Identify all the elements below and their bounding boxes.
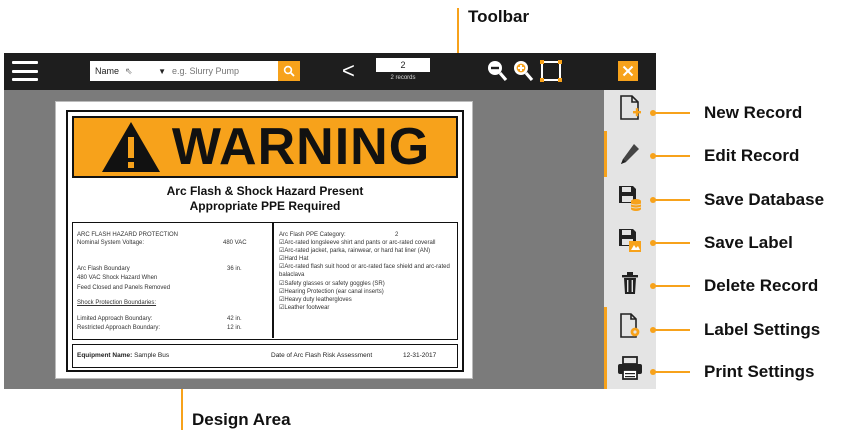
restricted-approach-value: 12 in. bbox=[227, 325, 242, 331]
printer-icon bbox=[618, 356, 642, 380]
new-document-icon bbox=[620, 95, 641, 120]
zoom-in-icon bbox=[514, 61, 534, 82]
delete-record-button[interactable] bbox=[616, 269, 644, 297]
warning-word: WARNING bbox=[171, 118, 431, 176]
hazard-line-1: Arc Flash & Shock Hazard Present bbox=[166, 184, 364, 198]
ppe-item: ☑Leather footwear bbox=[279, 305, 330, 311]
close-icon bbox=[622, 65, 634, 77]
callout-save-database: Save Database bbox=[704, 190, 825, 209]
hazard-line-2: Appropriate PPE Required bbox=[189, 199, 341, 213]
callout-toolbar-line bbox=[457, 8, 459, 58]
callout-print-settings: Print Settings bbox=[704, 362, 815, 381]
record-number-field[interactable]: 2 bbox=[376, 58, 430, 72]
zoom-out-button[interactable] bbox=[486, 59, 508, 83]
callout-delete-record: Delete Record bbox=[704, 276, 819, 295]
callout-edit-record: Edit Record bbox=[704, 146, 800, 165]
cursor-icon: ⇖ bbox=[125, 65, 133, 76]
callout-save-label: Save Label bbox=[704, 233, 793, 252]
search-field-label: Name bbox=[95, 66, 120, 76]
close-button[interactable] bbox=[618, 61, 638, 81]
ppe-item: ☑Hearing Protection (ear canal inserts) bbox=[279, 289, 384, 295]
search-icon bbox=[283, 65, 295, 77]
ppe-item: ☑Arc-rated longsleeve shirt and pants or… bbox=[279, 240, 436, 246]
callout-toolbar: Toolbar bbox=[468, 7, 530, 26]
warning-label: WARNING Arc Flash & Shock Hazard Present… bbox=[66, 110, 464, 372]
equipment-value: Sample Bus bbox=[134, 352, 170, 359]
limited-approach-label: Limited Approach Boundary: bbox=[77, 316, 153, 322]
arc-boundary-value: 36 in. bbox=[227, 266, 242, 272]
save-database-icon bbox=[619, 186, 642, 211]
label-settings-icon bbox=[620, 313, 640, 338]
callout-label-settings: Label Settings bbox=[704, 320, 821, 339]
zoom-in-button[interactable] bbox=[512, 59, 534, 83]
assessment-date-value: 12-31-2017 bbox=[403, 352, 437, 359]
save-label-icon bbox=[619, 229, 641, 252]
ppe-item: ☑Hard Hat bbox=[279, 256, 309, 262]
label-details: ARC FLASH HAZARD PROTECTION Nominal Syst… bbox=[72, 222, 458, 340]
ppe-item: ☑Heavy duty leathergloves bbox=[279, 297, 352, 303]
search-input[interactable] bbox=[170, 61, 278, 81]
callout-new-record-line bbox=[654, 112, 690, 114]
search-field-select[interactable]: Name ⇖ ▼ bbox=[90, 66, 170, 77]
print-settings-button[interactable] bbox=[616, 354, 644, 382]
callout-edit-record-line bbox=[654, 155, 690, 157]
shock-note-2: Feed Closed and Panels Removed bbox=[77, 285, 171, 291]
callout-new-record: New Record bbox=[704, 103, 803, 122]
ppe-item: ☑Arc-rated jacket, parka, rainwear, or h… bbox=[279, 248, 431, 254]
ppe-category-value: 2 bbox=[395, 232, 399, 238]
ppe-item: ☑Arc-rated flash suit hood or arc-rated … bbox=[279, 264, 450, 279]
design-area[interactable]: WARNING Arc Flash & Shock Hazard Present… bbox=[55, 101, 473, 379]
pencil-icon bbox=[621, 144, 639, 164]
warning-header: WARNING bbox=[72, 116, 458, 178]
equipment-label: Equipment Name: bbox=[77, 352, 133, 359]
chevron-down-icon: ▼ bbox=[158, 66, 166, 76]
shock-note-1: 480 VAC Shock Hazard When bbox=[77, 275, 158, 281]
equipment-name: Equipment Name: Sample Bus bbox=[77, 352, 169, 359]
screenshot-stage: Toolbar Design Area Name ⇖ ▼ e.g. Slurry… bbox=[0, 0, 864, 432]
callout-design-area: Design Area bbox=[192, 410, 291, 429]
restricted-approach-label: Restricted Approach Boundary: bbox=[77, 325, 161, 331]
callout-save-database-line bbox=[654, 199, 690, 201]
previous-record-button[interactable]: < bbox=[342, 60, 355, 82]
trash-icon bbox=[622, 272, 638, 294]
ppe-item: ☑Safety glasses or safety goggles (SR) bbox=[279, 281, 385, 287]
assessment-date-label: Date of Arc Flash Risk Assessment bbox=[271, 352, 373, 359]
save-database-button[interactable] bbox=[616, 184, 644, 212]
fit-to-screen-button[interactable] bbox=[539, 59, 563, 83]
label-footer: Equipment Name: Sample Bus Date of Arc F… bbox=[72, 344, 458, 368]
hazard-title: Arc Flash & Shock Hazard Present Appropr… bbox=[68, 184, 462, 214]
callout-print-settings-line bbox=[654, 371, 690, 373]
sidebar-accent bbox=[604, 307, 607, 389]
shock-boundaries-title: Shock Protection Boundaries: bbox=[77, 300, 157, 306]
search-bar: Name ⇖ ▼ bbox=[90, 61, 300, 81]
section-title: ARC FLASH HAZARD PROTECTION bbox=[77, 232, 179, 238]
menu-icon[interactable] bbox=[12, 61, 38, 81]
nominal-voltage-value: 480 VAC bbox=[223, 240, 247, 246]
toolbar: Name ⇖ ▼ < 2 2 records bbox=[4, 53, 656, 90]
zoom-out-icon bbox=[488, 61, 508, 82]
record-count: 2 records bbox=[390, 75, 416, 81]
callout-delete-record-line bbox=[654, 285, 690, 287]
nominal-voltage-label: Nominal System Voltage: bbox=[77, 240, 145, 246]
search-button[interactable] bbox=[278, 61, 300, 81]
sidebar-accent bbox=[604, 131, 607, 177]
callout-label-settings-line bbox=[654, 329, 690, 331]
label-settings-button[interactable] bbox=[616, 312, 644, 340]
limited-approach-value: 42 in. bbox=[227, 316, 242, 322]
sidebar bbox=[604, 90, 656, 389]
ppe-category-label: Arc Flash PPE Category: bbox=[279, 232, 346, 238]
arc-boundary-label: Arc Flash Boundary bbox=[77, 266, 130, 272]
new-record-button[interactable] bbox=[616, 94, 644, 122]
warning-triangle-icon bbox=[101, 122, 160, 172]
callout-save-label-line bbox=[654, 242, 690, 244]
column-divider bbox=[272, 223, 274, 338]
app-window: Name ⇖ ▼ < 2 2 records bbox=[4, 53, 656, 389]
edit-record-button[interactable] bbox=[616, 140, 644, 168]
save-label-button[interactable] bbox=[616, 227, 644, 255]
fit-screen-icon bbox=[540, 60, 562, 82]
